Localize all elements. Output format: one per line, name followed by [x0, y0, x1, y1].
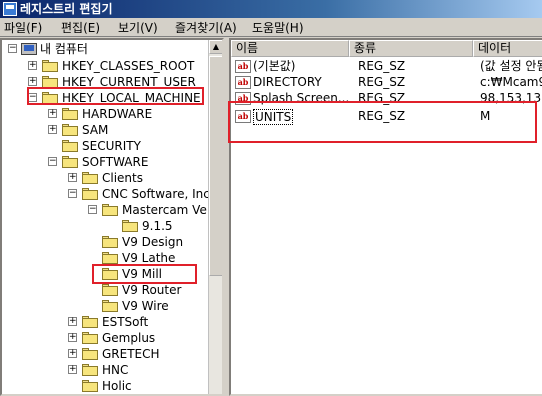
value-name: DIRECTORY	[253, 75, 322, 89]
tree-item-security[interactable]: SECURITY	[2, 138, 212, 154]
tree-item-mastercam[interactable]: − Mastercam Ve	[2, 202, 212, 218]
expand-icon[interactable]: +	[68, 349, 77, 358]
folder-icon	[82, 172, 98, 184]
scroll-thumb[interactable]	[209, 56, 222, 276]
value-row[interactable]: ab DIRECTORY REG_SZ c:₩Mcam9	[231, 74, 542, 91]
expand-icon[interactable]: +	[68, 317, 77, 326]
folder-icon	[62, 140, 78, 152]
string-value-icon: ab	[235, 76, 251, 89]
expand-icon[interactable]: +	[68, 365, 77, 374]
value-row[interactable]: ab (기본값) REG_SZ (값 설정 안됨)	[231, 58, 542, 75]
scroll-up-icon[interactable]: ▲	[209, 40, 222, 54]
tree-item-clients[interactable]: + Clients	[2, 170, 212, 186]
tree-item-sam[interactable]: + SAM	[2, 122, 212, 138]
column-header-name[interactable]: 이름	[231, 40, 349, 57]
collapse-icon[interactable]: −	[88, 205, 97, 214]
tree-item-v9-router[interactable]: V9 Router	[2, 282, 212, 298]
tree-item-label: CNC Software, Inc	[102, 187, 210, 201]
tree-item-hnc[interactable]: + HNC	[2, 362, 212, 378]
tree-item-v9-design[interactable]: V9 Design	[2, 234, 212, 250]
folder-icon	[102, 252, 118, 264]
tree-item-label: 9.1.5	[142, 219, 173, 233]
tree-item-hardware[interactable]: + HARDWARE	[2, 106, 212, 122]
folder-icon	[82, 316, 98, 328]
folder-icon	[42, 60, 58, 72]
folder-icon	[82, 332, 98, 344]
expand-icon[interactable]: +	[48, 125, 57, 134]
tree-item-hkey-classes-root[interactable]: + HKEY_CLASSES_ROOT	[2, 58, 212, 74]
tree-item-holic[interactable]: Holic	[2, 378, 212, 394]
folder-icon	[122, 220, 138, 232]
tree-item-label: HNC	[102, 363, 129, 377]
menu-file[interactable]: 파일(F)	[4, 20, 42, 36]
tree-item-label: SAM	[82, 123, 109, 137]
highlight-box-v9-mill	[92, 264, 197, 284]
registry-values-pane[interactable]: 이름 종류 데이터 ab (기본값) REG_SZ (값 설정 안됨) ab D…	[229, 38, 542, 396]
tree-item-9-1-5[interactable]: 9.1.5	[2, 218, 212, 234]
tree-item-label: V9 Design	[122, 235, 184, 249]
value-data: c:₩Mcam9	[480, 75, 542, 89]
value-type: REG_SZ	[358, 59, 406, 73]
tree-item-gemplus[interactable]: + Gemplus	[2, 330, 212, 346]
tree-item-label: Holic	[102, 379, 132, 393]
folder-icon	[82, 380, 98, 392]
computer-icon	[21, 43, 37, 55]
regedit-icon	[3, 2, 17, 16]
expand-icon[interactable]: +	[68, 333, 77, 342]
folder-open-icon	[102, 204, 118, 216]
highlight-box-units	[228, 101, 537, 143]
value-type: REG_SZ	[358, 75, 406, 89]
expand-icon[interactable]: +	[68, 173, 77, 182]
string-value-icon: ab	[235, 60, 251, 73]
folder-icon	[102, 284, 118, 296]
tree-item-label: SOFTWARE	[82, 155, 149, 169]
tree-item-label: HKEY_CLASSES_ROOT	[62, 59, 195, 73]
tree-item-cnc-software[interactable]: − CNC Software, Inc	[2, 186, 212, 202]
tree-item-v9-wire[interactable]: V9 Wire	[2, 298, 212, 314]
window-title: 레지스트리 편집기	[20, 2, 113, 16]
folder-icon	[62, 124, 78, 136]
folder-icon	[82, 348, 98, 360]
tree-item-label: GRETECH	[102, 347, 160, 361]
menu-bar: 파일(F) 편집(E) 보기(V) 즐겨찾기(A) 도움말(H)	[0, 18, 542, 37]
title-bar: 레지스트리 편집기	[0, 0, 542, 18]
folder-icon	[62, 108, 78, 120]
menu-favorites[interactable]: 즐겨찾기(A)	[175, 20, 237, 36]
tree-item-software[interactable]: − SOFTWARE	[2, 154, 212, 170]
column-header-data[interactable]: 데이터	[473, 40, 542, 57]
value-name: (기본값)	[253, 59, 296, 73]
folder-open-icon	[62, 156, 78, 168]
tree-item-label: Clients	[102, 171, 143, 185]
expand-icon[interactable]: +	[48, 109, 57, 118]
collapse-icon[interactable]: −	[48, 157, 57, 166]
tree-item-my-computer[interactable]: − 내 컴퓨터	[2, 41, 212, 57]
tree-item-label: HARDWARE	[82, 107, 153, 121]
tree-item-label: V9 Wire	[122, 299, 169, 313]
tree-item-label: Gemplus	[102, 331, 156, 345]
tree-item-label: SECURITY	[82, 139, 141, 153]
tree-item-label: ESTSoft	[102, 315, 149, 329]
expand-icon[interactable]: +	[28, 77, 37, 86]
folder-icon	[82, 364, 98, 376]
tree-item-label: Mastercam Ve	[122, 203, 207, 217]
collapse-icon[interactable]: −	[68, 189, 77, 198]
menu-help[interactable]: 도움말(H)	[252, 20, 304, 36]
folder-open-icon	[82, 188, 98, 200]
expand-icon[interactable]: +	[28, 61, 37, 70]
tree-item-label: 내 컴퓨터	[40, 42, 88, 56]
value-data: (값 설정 안됨)	[480, 59, 542, 73]
collapse-icon[interactable]: −	[8, 44, 17, 53]
tree-item-estsoft[interactable]: + ESTSoft	[2, 314, 212, 330]
menu-edit[interactable]: 편집(E)	[61, 20, 100, 36]
tree-item-label: V9 Router	[122, 283, 182, 297]
highlight-box-hklm	[27, 87, 204, 105]
folder-icon	[102, 300, 118, 312]
tree-scrollbar[interactable]: ▲	[208, 40, 222, 394]
column-header-type[interactable]: 종류	[349, 40, 473, 57]
folder-icon	[102, 236, 118, 248]
menu-view[interactable]: 보기(V)	[118, 20, 158, 36]
tree-item-gretech[interactable]: + GRETECH	[2, 346, 212, 362]
